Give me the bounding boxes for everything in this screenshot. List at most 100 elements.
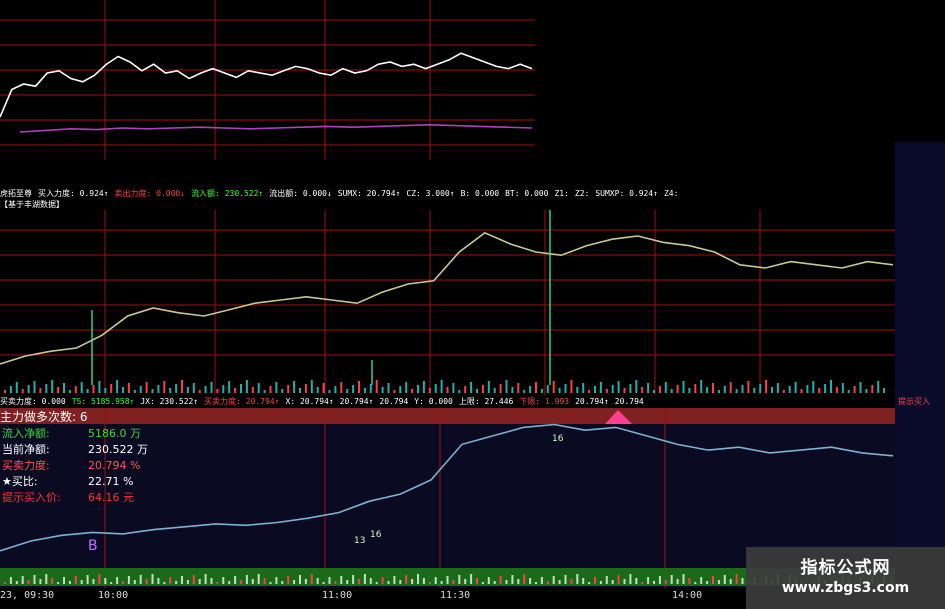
flow-volume-bar-31 — [186, 387, 189, 393]
flow-volume-bar-50 — [299, 388, 301, 393]
price-chart-svg — [0, 0, 535, 160]
flow-volume-bar-23 — [139, 386, 142, 393]
cum-volume-bar-27 — [163, 582, 166, 584]
cum-volume-bar-99 — [588, 582, 591, 584]
flow-volume-bar-37 — [222, 385, 225, 393]
cum-volume-bar-16 — [98, 574, 101, 584]
stat-value-2: 20.794 % — [88, 459, 141, 472]
cum-volume-bar-58 — [346, 580, 349, 584]
flow-volume-bar-15 — [92, 385, 95, 393]
flow-chart-pane[interactable] — [0, 210, 895, 395]
flow-volume-bar-78 — [464, 386, 467, 393]
cum-volume-bar-107 — [635, 578, 638, 584]
cum-volume-bar-34 — [204, 574, 207, 584]
cum-volume-bar-71 — [422, 578, 425, 584]
cum-volume-bar-50 — [299, 575, 301, 584]
cum-volume-bar-81 — [481, 582, 484, 584]
indicator-item-10: Z2: — [574, 189, 590, 198]
time-tick-1400: 14:00 — [672, 590, 703, 601]
flow-volume-bar-61 — [363, 388, 366, 393]
flow-volume-bar-104 — [617, 381, 620, 393]
flow-volume-bar-75 — [446, 387, 449, 393]
cum-volume-bar-2 — [15, 581, 18, 584]
indicator-item-9: Z1: — [554, 189, 569, 198]
cum-volume-bar-96 — [570, 579, 573, 584]
cum-volume-bar-67 — [399, 580, 402, 584]
flow-volume-bar-137 — [812, 381, 815, 393]
flow-volume-bar-138 — [818, 388, 821, 393]
cum-volume-bar-60 — [358, 579, 360, 584]
cum-volume-bar-55 — [328, 577, 331, 584]
cum-volume-bar-42 — [251, 579, 254, 584]
watermark-title: 指标公式网 — [800, 558, 891, 578]
flow-volume-bar-5 — [33, 381, 36, 393]
cum-volume-bar-12 — [74, 576, 77, 584]
cum-volume-bar-59 — [352, 575, 355, 584]
flow-volume-bar-130 — [771, 387, 773, 393]
flow-volume-bar-105 — [623, 388, 626, 393]
flow-volume-bar-142 — [841, 383, 844, 393]
flow-volume-bar-100 — [594, 386, 596, 393]
flow-volume-bar-51 — [304, 384, 307, 393]
cum-volume-bar-7 — [45, 574, 48, 584]
watermark-url: www.zbgs3.com — [781, 580, 910, 596]
cum-volume-bar-74 — [440, 581, 443, 584]
flow-volume-bar-145 — [859, 382, 862, 393]
flow-volume-bar-67 — [399, 386, 402, 393]
cum-volume-bar-116 — [688, 578, 691, 584]
cum-volume-bar-49 — [293, 580, 296, 584]
time-start-label: 23, 09:30 — [0, 590, 55, 601]
cum-volume-bar-44 — [263, 578, 266, 584]
cum-volume-bar-36 — [216, 582, 219, 584]
cum-volume-bar-0 — [4, 582, 6, 584]
flow-volume-bar-103 — [611, 385, 614, 393]
flow-volume-bar-131 — [776, 383, 779, 393]
flow-volume-bar-42 — [251, 387, 254, 393]
flow-volume-bar-28 — [169, 388, 172, 393]
flow-volume-bar-1 — [9, 386, 12, 393]
cum-volume-bar-15 — [92, 579, 95, 584]
cum-volume-bar-83 — [493, 581, 496, 584]
flow-volume-bar-117 — [694, 384, 697, 393]
cum-volume-bar-90 — [535, 582, 537, 584]
cum-volume-bar-112 — [664, 580, 667, 584]
flow-volume-bar-120 — [712, 383, 714, 393]
flow-volume-bar-83 — [493, 388, 496, 393]
cum-volume-bar-47 — [281, 581, 284, 584]
flow-volume-bar-77 — [458, 390, 461, 393]
flow-volume-bar-96 — [570, 380, 573, 393]
stat-label-3: ★买比: — [2, 475, 38, 488]
cum-volume-bar-1 — [9, 577, 12, 584]
flow-volume-bar-71 — [422, 381, 425, 393]
indicator-item-6: CZ: 3.000↑ — [406, 189, 455, 198]
flow-volume-bar-70 — [417, 385, 419, 393]
cum-volume-bar-124 — [735, 574, 738, 584]
cum-volume-bar-43 — [257, 574, 260, 584]
stat-row-0: 流入净额: 5186.0 万 — [2, 427, 141, 441]
flow-volume-bar-54 — [322, 383, 325, 393]
flow-volume-bar-10 — [63, 383, 65, 393]
price-pane-right-blank — [535, 0, 945, 142]
cum-volume-bar-72 — [428, 582, 431, 584]
flow-volume-bar-16 — [98, 381, 101, 393]
avg-price-line — [19, 123, 533, 133]
flow-volume-bar-45 — [269, 386, 272, 393]
marker-16-b: 16 — [552, 434, 564, 444]
buysell-item-0: 买卖力度: 0.000 — [0, 397, 66, 406]
price-chart-pane[interactable] — [0, 0, 535, 160]
flow-volume-bar-99 — [588, 390, 591, 393]
flow-volume-bar-93 — [552, 381, 555, 393]
cum-volume-bar-33 — [198, 579, 201, 584]
cum-volume-bar-41 — [245, 575, 248, 584]
cum-volume-bar-70 — [417, 574, 419, 584]
cum-volume-bar-89 — [529, 578, 532, 584]
flow-volume-bar-147 — [871, 385, 874, 393]
flow-volume-bar-48 — [287, 385, 290, 393]
cum-volume-bar-103 — [611, 580, 614, 584]
flow-volume-bar-80 — [476, 389, 478, 393]
cum-volume-bar-17 — [104, 578, 107, 584]
cum-volume-bar-46 — [275, 577, 278, 584]
watermark-logo: 指标公式网 www.zbgs3.com — [746, 547, 945, 609]
cum-volume-bar-114 — [676, 579, 679, 584]
main-force-label: 主力做多次数: — [0, 410, 77, 424]
